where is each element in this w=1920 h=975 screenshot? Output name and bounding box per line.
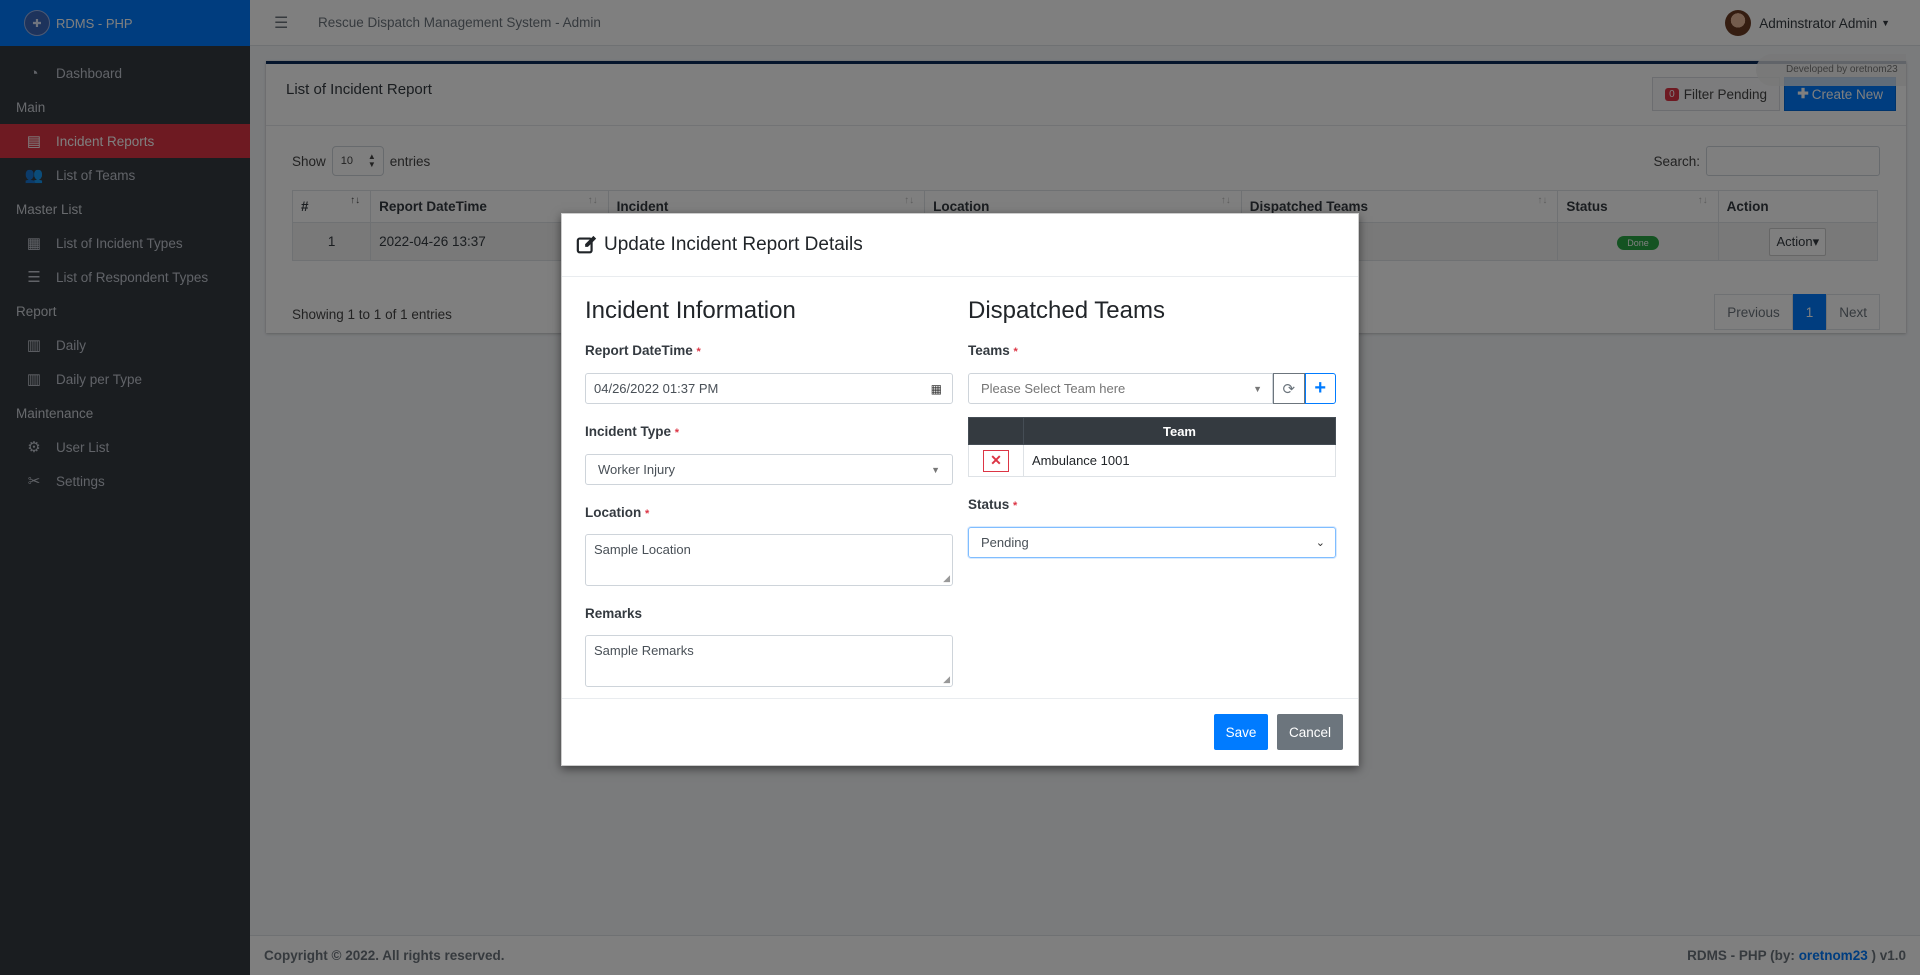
team-table-body: ✕ Ambulance 1001: [968, 444, 1336, 477]
remove-column-header: [968, 417, 1024, 445]
remove-team-button[interactable]: ✕: [983, 449, 1009, 472]
teams-label-text: Teams: [968, 343, 1010, 358]
resize-grip-icon[interactable]: ◢: [943, 674, 950, 685]
refresh-icon: ⟳: [1282, 380, 1296, 398]
team-table: Team ✕ Ambulance 1001: [968, 417, 1336, 477]
plus-icon: +: [1314, 377, 1327, 399]
status-label: Status *: [968, 497, 1336, 517]
remove-cell: ✕: [968, 444, 1024, 477]
incident-information-title: Incident Information: [585, 297, 796, 324]
report-datetime-input[interactable]: 04/26/2022 01:37 PM ▦: [585, 373, 953, 404]
incident-type-label-text: Incident Type: [585, 424, 672, 439]
dispatched-teams-section: Dispatched Teams Teams * Please Select T…: [968, 297, 1336, 558]
required-mark: *: [1013, 500, 1018, 512]
status-select[interactable]: Pending ⌄: [968, 527, 1336, 558]
datetime-label-text: Report DateTime: [585, 343, 693, 358]
edit-icon: [576, 235, 597, 254]
teams-label: Teams *: [968, 343, 1336, 363]
refresh-teams-button[interactable]: ⟳: [1273, 373, 1305, 404]
remarks-textarea[interactable]: Sample Remarks ◢: [585, 635, 953, 687]
cancel-button[interactable]: Cancel: [1277, 714, 1343, 750]
team-select-placeholder: Please Select Team here: [981, 381, 1126, 396]
resize-grip-icon[interactable]: ◢: [943, 573, 950, 584]
dispatched-teams-title: Dispatched Teams: [968, 297, 1165, 324]
incident-type-label: Incident Type *: [585, 424, 953, 444]
chevron-down-icon: ⌄: [1315, 537, 1325, 549]
required-mark: *: [696, 346, 701, 358]
status-value: Pending: [981, 535, 1029, 550]
remarks-label: Remarks: [585, 606, 643, 621]
remarks-value: Sample Remarks: [594, 643, 694, 658]
modal-title: Update Incident Report Details: [604, 234, 863, 255]
incident-type-value: Worker Injury: [598, 462, 676, 477]
required-mark: *: [645, 508, 650, 520]
location-value: Sample Location: [594, 542, 691, 557]
calendar-icon[interactable]: ▦: [931, 382, 942, 396]
report-datetime-value: 04/26/2022 01:37 PM: [594, 381, 719, 396]
team-name: Ambulance 1001: [1023, 444, 1336, 477]
location-label: Location *: [585, 505, 953, 525]
caret-down-icon: ▼: [1253, 383, 1262, 394]
incident-type-select[interactable]: Worker Injury ▼: [585, 454, 953, 485]
team-select[interactable]: Please Select Team here ▼: [968, 373, 1273, 404]
location-textarea[interactable]: Sample Location ◢: [585, 534, 953, 586]
teams-input-group: Please Select Team here ▼ ⟳ +: [968, 373, 1336, 404]
status-label-text: Status: [968, 497, 1010, 512]
incident-information-section: Incident Information Report DateTime * 0…: [585, 297, 953, 687]
modal-footer: Save Cancel: [562, 698, 1358, 765]
team-row: ✕ Ambulance 1001: [968, 444, 1336, 477]
caret-down-icon: ▼: [931, 464, 940, 475]
required-mark: *: [674, 427, 680, 439]
save-button[interactable]: Save: [1214, 714, 1268, 750]
location-label-text: Location: [585, 505, 642, 520]
team-table-header: Team: [968, 417, 1336, 445]
update-incident-modal: Update Incident Report Details Incident …: [561, 213, 1359, 766]
modal-header: Update Incident Report Details: [562, 214, 1358, 277]
required-mark: *: [1013, 346, 1018, 358]
add-team-button[interactable]: +: [1304, 373, 1336, 404]
datetime-label: Report DateTime *: [585, 343, 953, 363]
team-column-header: Team: [1023, 417, 1336, 445]
